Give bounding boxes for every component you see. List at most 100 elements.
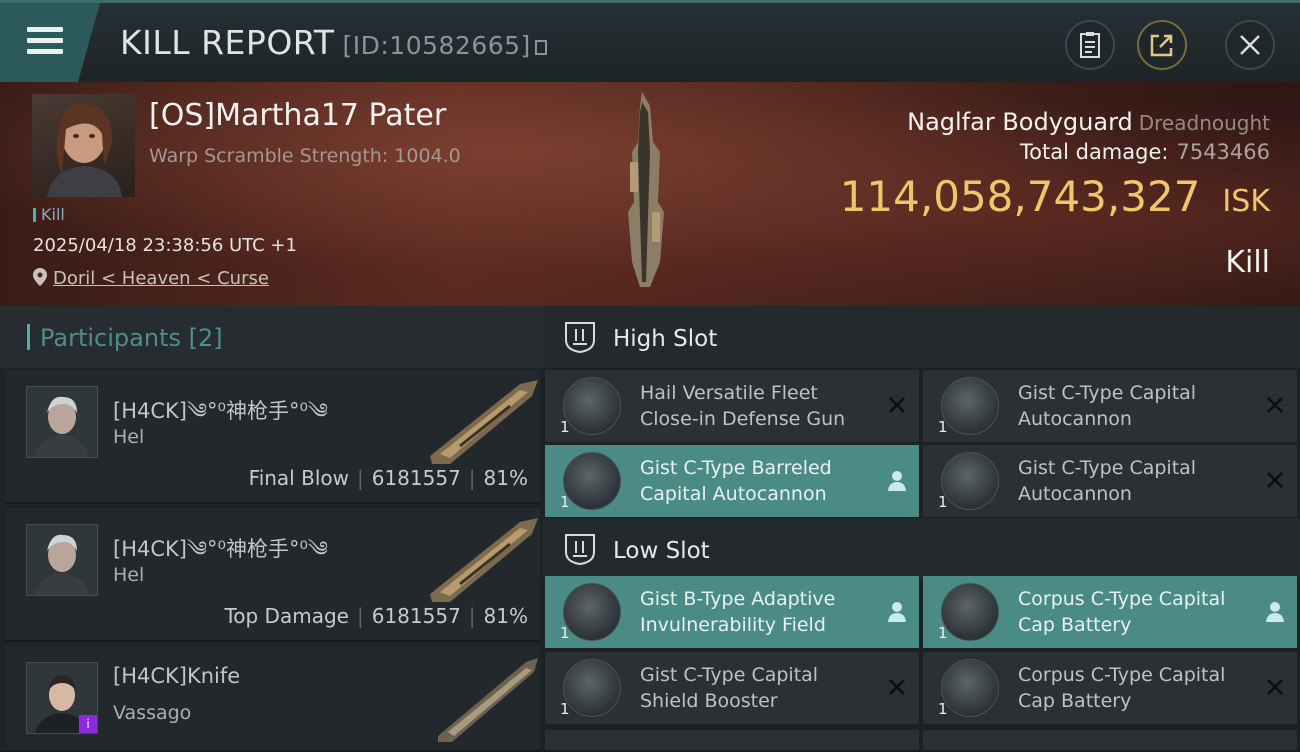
isk-unit: ISK — [1222, 184, 1270, 219]
slot-item[interactable] — [545, 730, 919, 750]
item-quantity: 1 — [938, 700, 948, 718]
share-button[interactable] — [1137, 20, 1187, 70]
participant-name[interactable]: [H4CK]༄°⁰神枪手°⁰༄ — [113, 388, 328, 447]
page-title: KILL REPORT [ID:10582665] — [120, 23, 547, 62]
high-slot-header: High Slot — [543, 306, 1300, 368]
victim-ship-image — [620, 92, 670, 296]
kill-summary: [OS]Martha17 Pater Warp Scramble Strengt… — [0, 82, 1300, 306]
slot-item[interactable]: 1 Hail Versatile Fleet Close-in Defense … — [545, 370, 919, 442]
item-quantity: 1 — [938, 418, 948, 436]
fitting-panel: High Slot 1 Hail Versatile Fleet Close-i… — [543, 306, 1300, 750]
menu-button[interactable] — [0, 3, 100, 82]
low-slot-title: Low Slot — [613, 538, 710, 564]
participant-percent: 81% — [483, 604, 528, 628]
participant-name[interactable]: [H4CK]༄°⁰神枪手°⁰༄ — [113, 526, 328, 585]
victim-name[interactable]: [OS]Martha17 Pater — [149, 98, 446, 133]
kill-tag: Kill — [33, 205, 65, 224]
item-quantity: 1 — [938, 493, 948, 511]
participants-header: Participants [2] — [0, 306, 543, 368]
participants-count: [2] — [188, 324, 223, 352]
slot-item[interactable]: 1 Gist C-Type Barreled Capital Autocanno… — [545, 445, 919, 517]
slot-item[interactable]: 1 Gist C-Type Capital Autocannon — [923, 445, 1297, 517]
avatar — [26, 524, 98, 596]
participants-panel: Participants [2] [H4CK]༄°⁰神枪手°⁰༄ Hel Fin… — [0, 306, 543, 752]
victim-portrait[interactable] — [32, 94, 135, 197]
destroyed-icon — [1267, 472, 1283, 488]
destroyed-icon — [889, 397, 905, 413]
participant-ship: Hel — [113, 426, 145, 448]
destroyed-icon — [889, 679, 905, 695]
item-name: Corpus C-Type Capital Cap Battery — [1018, 588, 1226, 636]
slot-item[interactable]: 1 Corpus C-Type Capital Cap Battery — [923, 576, 1297, 648]
slot-item[interactable]: 1 Gist C-Type Capital Shield Booster — [545, 652, 919, 724]
slot-item[interactable]: 1 Corpus C-Type Capital Cap Battery — [923, 652, 1297, 724]
item-quantity: 1 — [560, 700, 570, 718]
participant-stats: Top Damage | 6181557 | 81% — [224, 604, 528, 628]
location-link[interactable]: Doril < Heaven < Curse — [53, 268, 269, 289]
module-icon — [941, 452, 999, 510]
participant-damage: 6181557 — [371, 604, 461, 628]
slot-item[interactable] — [923, 730, 1297, 750]
participants-title-text: Participants — [40, 324, 181, 352]
module-icon — [941, 583, 999, 641]
participant-ship: Vassago — [113, 702, 192, 724]
high-slot-title: High Slot — [613, 326, 718, 352]
participant-stats: Final Blow | 6181557 | 81% — [248, 466, 528, 490]
isk-amount: 114,058,743,327 — [839, 172, 1201, 221]
total-damage-value: 7543466 — [1176, 140, 1270, 164]
item-name: Gist C-Type Capital Shield Booster — [640, 664, 819, 712]
dropped-person-icon — [888, 602, 906, 622]
avatar — [26, 386, 98, 458]
copy-icon[interactable] — [534, 40, 547, 55]
ship-class: Dreadnought — [1138, 111, 1270, 135]
participant-name[interactable]: [H4CK]Knife — [113, 664, 240, 688]
hamburger-icon — [27, 27, 63, 60]
item-quantity: 1 — [560, 493, 570, 511]
item-name: Gist B-Type Adaptive Invulnerability Fie… — [640, 588, 836, 636]
slot-item[interactable]: 1 Gist C-Type Capital Autocannon — [923, 370, 1297, 442]
participant-row[interactable]: i [H4CK]Knife Vassago — [6, 646, 540, 752]
destroyed-icon — [1267, 397, 1283, 413]
module-icon — [563, 583, 621, 641]
report-id: [ID:10582665] — [342, 31, 531, 60]
avatar: i — [26, 662, 98, 734]
participant-ship-image — [430, 652, 540, 746]
participant-role: Top Damage — [224, 604, 349, 628]
participants-title: Participants [2] — [27, 324, 223, 352]
participant-row[interactable]: [H4CK]༄°⁰神枪手°⁰༄ Hel Top Damage | 6181557 | 8… — [6, 508, 540, 642]
result-label: Kill — [1225, 245, 1270, 280]
module-icon — [563, 659, 621, 717]
participant-row[interactable]: [H4CK]༄°⁰神枪手°⁰༄ Hel Final Blow | 6181557 | 8… — [6, 370, 540, 504]
clipboard-icon — [1080, 32, 1100, 58]
warp-scramble-strength: Warp Scramble Strength: 1004.0 — [149, 145, 461, 167]
slot-item[interactable]: 1 Gist B-Type Adaptive Invulnerability F… — [545, 576, 919, 648]
item-quantity: 1 — [560, 624, 570, 642]
module-icon — [563, 377, 621, 435]
item-name: Gist C-Type Capital Autocannon — [1018, 382, 1197, 430]
page-title-text: KILL REPORT — [120, 23, 335, 62]
report-button[interactable] — [1065, 20, 1115, 70]
location[interactable]: Doril < Heaven < Curse — [33, 268, 269, 289]
item-name: Gist C-Type Capital Autocannon — [1018, 457, 1197, 505]
close-icon — [1240, 35, 1260, 55]
dropped-person-icon — [888, 471, 906, 491]
low-slot-icon — [563, 532, 597, 570]
total-damage: Total damage: 7543466 — [1020, 140, 1270, 164]
dropped-person-icon — [1266, 602, 1284, 622]
kill-datetime: 2025/04/18 23:38:56 UTC +1 — [33, 235, 297, 256]
ship-name[interactable]: Naglfar Bodyguard — [907, 108, 1133, 136]
item-name: Hail Versatile Fleet Close-in Defense Gu… — [640, 382, 846, 430]
total-damage-label: Total damage: — [1019, 140, 1169, 164]
participant-damage: 6181557 — [371, 466, 461, 490]
share-icon — [1150, 34, 1173, 57]
info-badge: i — [79, 715, 97, 733]
module-icon — [563, 452, 621, 510]
participant-ship-image — [420, 514, 540, 608]
isk-value: 114,058,743,327 ISK — [840, 172, 1270, 221]
high-slot-icon — [563, 320, 597, 358]
close-button[interactable] — [1225, 20, 1275, 70]
location-pin-icon — [33, 268, 47, 286]
module-icon — [941, 659, 999, 717]
module-icon — [941, 377, 999, 435]
participant-ship-image — [420, 376, 540, 470]
